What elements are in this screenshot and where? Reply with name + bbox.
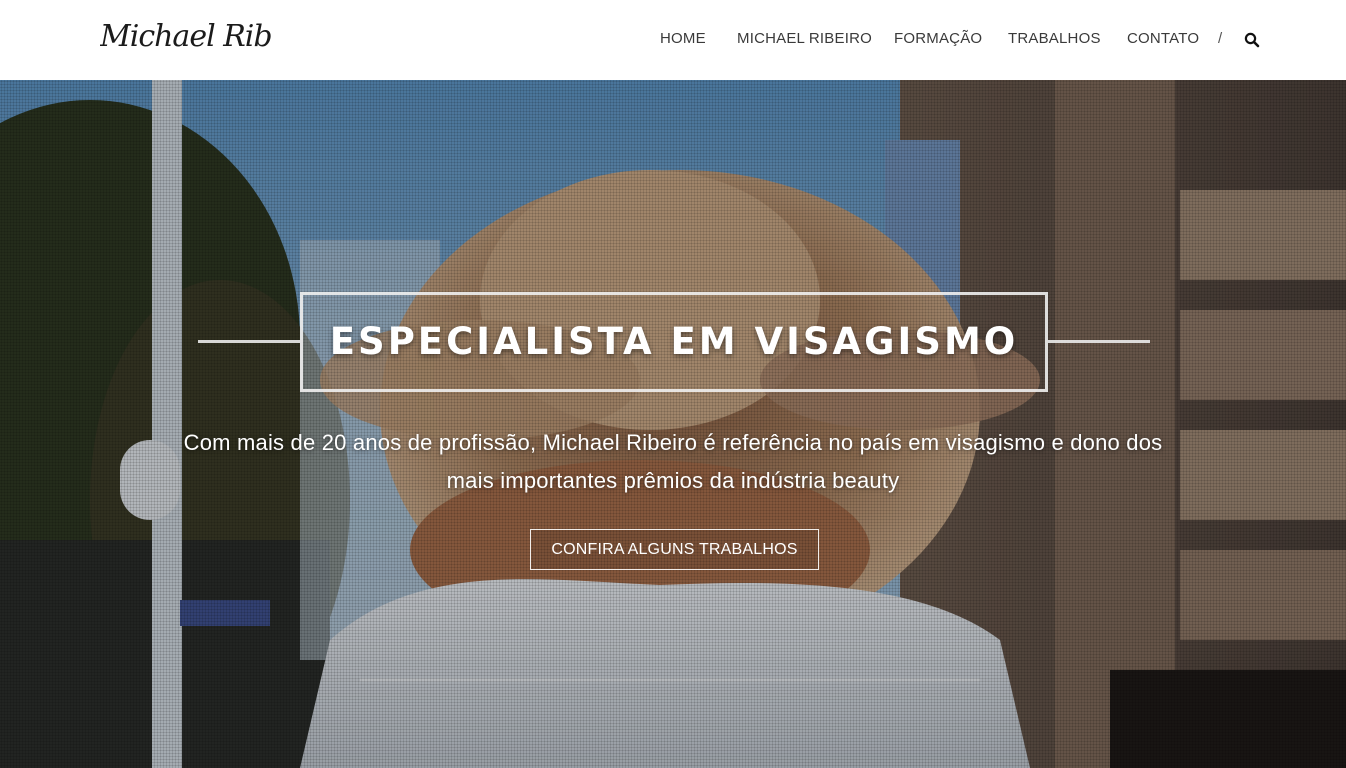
nav-trabalhos[interactable]: TRABALHOS bbox=[1008, 28, 1101, 50]
view-works-button[interactable]: CONFIRA ALGUNS TRABALHOS bbox=[530, 529, 819, 570]
nav-contato[interactable]: CONTATO bbox=[1127, 28, 1199, 50]
hero-subtitle-line2: mais importantes prêmios da indústria be… bbox=[446, 468, 900, 493]
title-decor-line-left bbox=[198, 340, 300, 343]
nav-michael-ribeiro[interactable]: MICHAEL RIBEIRO bbox=[737, 28, 872, 50]
search-icon bbox=[1244, 32, 1260, 48]
hero-section: ESPECIALISTA EM VISAGISMO Com mais de 20… bbox=[0, 80, 1346, 768]
logo[interactable]: Michael Ribeiro bbox=[100, 8, 272, 66]
nav-formacao[interactable]: FORMAÇÃO bbox=[894, 28, 982, 50]
nav-home[interactable]: HOME bbox=[660, 28, 706, 50]
title-decor-line-right bbox=[1048, 340, 1150, 343]
logo-text: Michael Ribeiro bbox=[100, 19, 272, 54]
hero-title: ESPECIALISTA EM VISAGISMO bbox=[329, 320, 1019, 363]
hero-subtitle-line1: Com mais de 20 anos de profissão, Michae… bbox=[183, 430, 1163, 455]
site-header: Michael Ribeiro HOME MICHAEL RIBEIRO FOR… bbox=[0, 0, 1346, 80]
hero-subtitle: Com mais de 20 anos de profissão, Michae… bbox=[140, 424, 1206, 500]
nav-separator: / bbox=[1218, 30, 1223, 47]
search-button[interactable] bbox=[1243, 31, 1261, 49]
